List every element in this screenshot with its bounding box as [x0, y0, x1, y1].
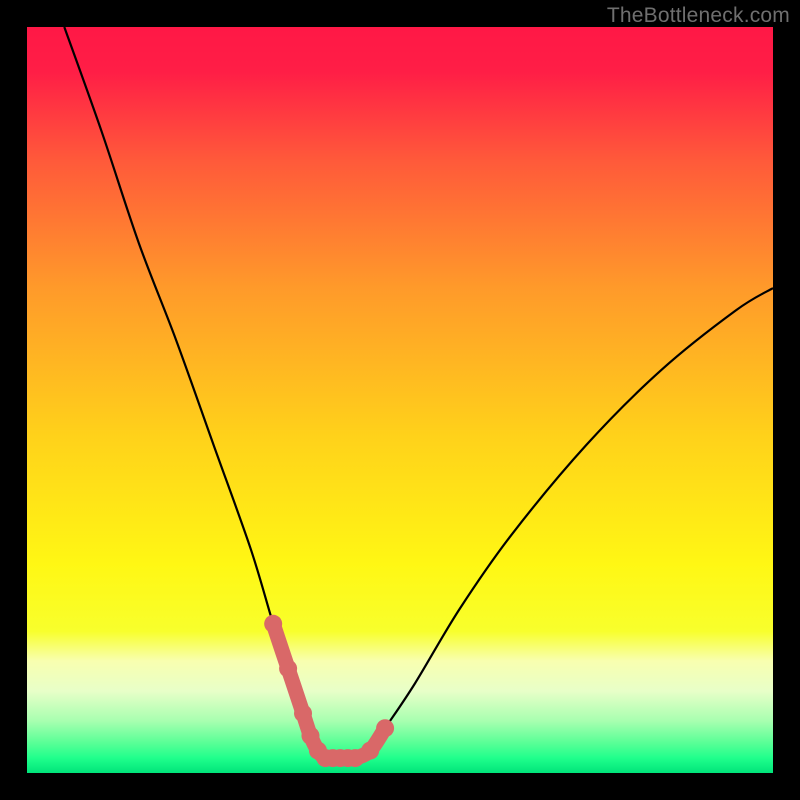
optimal-range-highlight: [273, 624, 385, 759]
curve-layer: [27, 27, 773, 773]
highlight-dot: [361, 742, 379, 760]
plot-area: [27, 27, 773, 773]
highlight-dot: [376, 719, 394, 737]
highlight-dot: [294, 704, 312, 722]
chart-frame: TheBottleneck.com: [0, 0, 800, 800]
highlight-dot: [279, 660, 297, 678]
bottleneck-curve: [64, 27, 773, 759]
watermark-label: TheBottleneck.com: [607, 4, 790, 28]
highlight-dot: [264, 615, 282, 633]
